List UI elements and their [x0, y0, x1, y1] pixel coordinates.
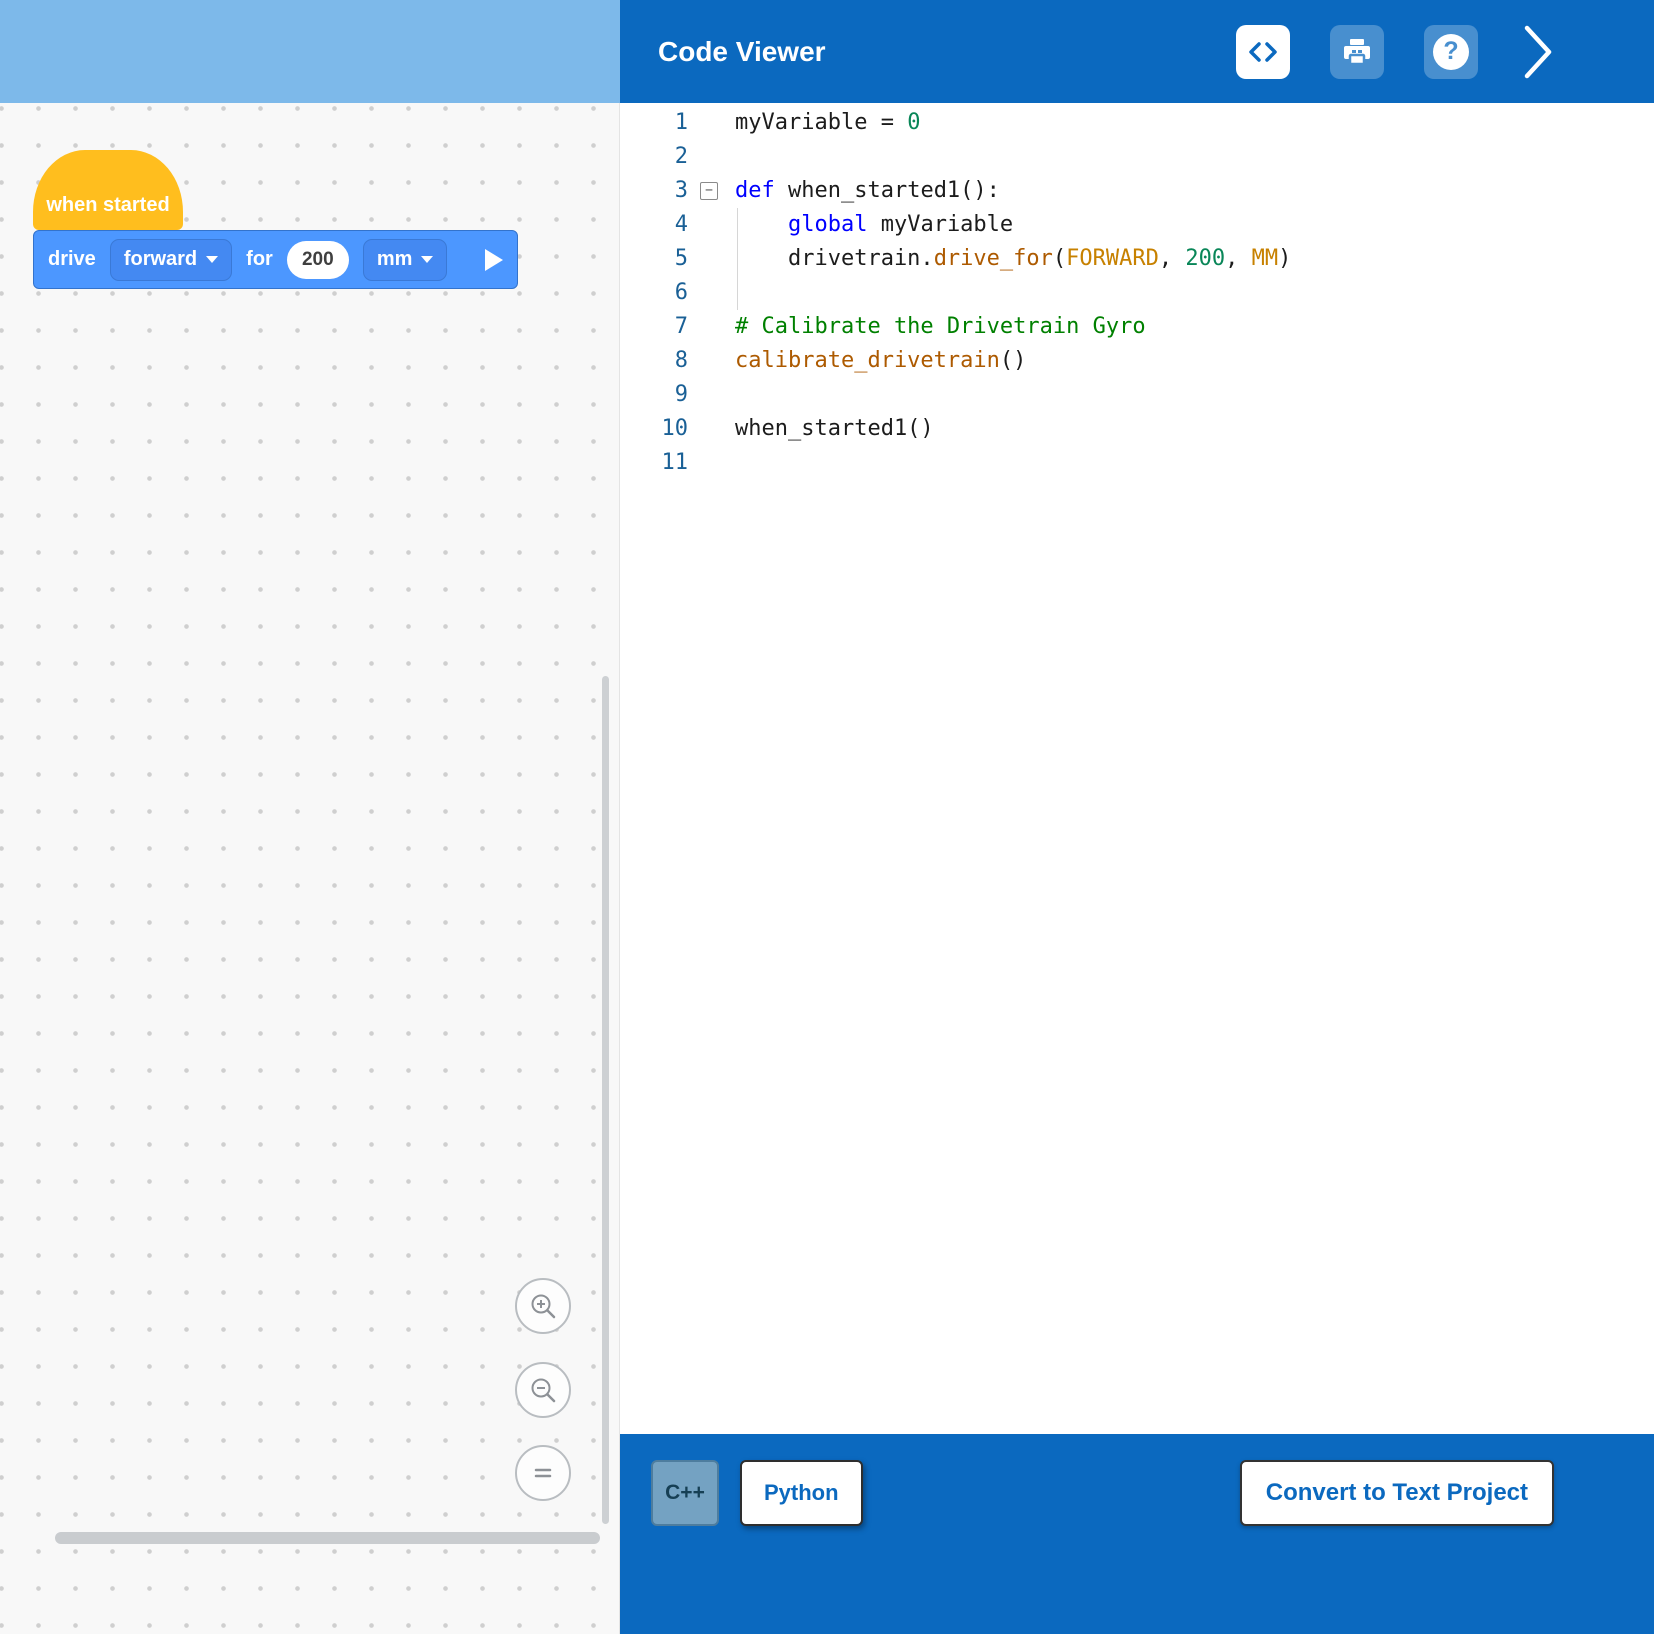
code-editor[interactable]: 123−4567891011 myVariable = 0 def when_st…	[620, 103, 1654, 1434]
toolbar-header	[0, 0, 620, 103]
gutter-row: 1	[620, 106, 730, 140]
line-number: 6	[620, 276, 688, 310]
zoom-out-button[interactable]	[515, 1362, 571, 1418]
chevron-down-icon	[421, 256, 433, 263]
drive-block[interactable]: drive forward for 200 mm	[33, 230, 518, 289]
question-mark-icon: ?	[1433, 34, 1469, 70]
direction-value: forward	[124, 248, 197, 271]
fold-toggle-icon[interactable]: −	[700, 182, 718, 200]
unit-dropdown[interactable]: mm	[363, 239, 448, 281]
code-viewer-title: Code Viewer	[658, 36, 826, 68]
code-viewer-panel: Code Viewer ?	[620, 0, 1654, 1634]
line-number: 5	[620, 242, 688, 276]
gutter-row: 5	[620, 242, 730, 276]
code-view-button[interactable]	[1236, 25, 1290, 79]
cpp-language-button[interactable]: C++	[651, 1460, 719, 1526]
code-line	[735, 276, 1654, 310]
gutter-row: 3−	[620, 174, 730, 208]
code-line: # Calibrate the Drivetrain Gyro	[735, 310, 1654, 344]
python-language-button[interactable]: Python	[740, 1460, 863, 1526]
drive-label: drive	[48, 248, 96, 271]
code-line: calibrate_drivetrain()	[735, 344, 1654, 378]
workspace-canvas[interactable]: when started drive forward for 200 mm	[0, 103, 620, 1634]
code-lines: myVariable = 0 def when_started1(): globa…	[730, 106, 1654, 1434]
line-number: 11	[620, 446, 688, 480]
line-number: 4	[620, 208, 688, 242]
line-number: 9	[620, 378, 688, 412]
line-number: 3	[620, 174, 688, 208]
printer-icon	[1341, 37, 1373, 67]
code-line	[735, 140, 1654, 174]
gutter: 123−4567891011	[620, 106, 730, 1434]
zoom-reset-icon	[531, 1461, 555, 1485]
code-line: global myVariable	[735, 208, 1654, 242]
gutter-row: 6	[620, 276, 730, 310]
unit-value: mm	[377, 248, 413, 271]
chevron-right-icon	[1522, 23, 1554, 81]
help-button[interactable]: ?	[1424, 25, 1478, 79]
direction-dropdown[interactable]: forward	[110, 239, 232, 281]
code-line: myVariable = 0	[735, 106, 1654, 140]
workspace-horizontal-scrollbar[interactable]	[55, 1532, 600, 1544]
code-line: when_started1()	[735, 412, 1654, 446]
when-started-label: when started	[46, 194, 169, 217]
blocks-workspace: when started drive forward for 200 mm	[0, 0, 620, 1634]
chevron-down-icon	[206, 256, 218, 263]
gutter-row: 7	[620, 310, 730, 344]
gutter-row: 8	[620, 344, 730, 378]
print-button[interactable]	[1330, 25, 1384, 79]
for-label: for	[246, 248, 273, 271]
code-line	[735, 446, 1654, 480]
line-number: 1	[620, 106, 688, 140]
play-icon[interactable]	[485, 249, 503, 271]
workspace-vertical-scrollbar[interactable]	[602, 676, 609, 1524]
line-number: 7	[620, 310, 688, 344]
gutter-row: 9	[620, 378, 730, 412]
code-viewer-header: Code Viewer ?	[620, 0, 1654, 103]
zoom-in-icon	[529, 1292, 557, 1320]
distance-input[interactable]: 200	[287, 241, 349, 279]
code-icon	[1247, 40, 1279, 64]
when-started-block[interactable]: when started	[33, 150, 183, 230]
line-number: 8	[620, 344, 688, 378]
gutter-row: 4	[620, 208, 730, 242]
collapse-panel-button[interactable]	[1518, 22, 1558, 82]
code-line: def when_started1():	[735, 174, 1654, 208]
distance-value: 200	[302, 249, 334, 271]
zoom-in-button[interactable]	[515, 1278, 571, 1334]
code-viewer-footer: C++ Python Convert to Text Project	[620, 1434, 1654, 1634]
zoom-out-icon	[529, 1376, 557, 1404]
gutter-row: 10	[620, 412, 730, 446]
vexcode-app: when started drive forward for 200 mm	[0, 0, 1654, 1634]
gutter-row: 11	[620, 446, 730, 480]
line-number: 2	[620, 140, 688, 174]
code-line	[735, 378, 1654, 412]
convert-to-text-project-button[interactable]: Convert to Text Project	[1240, 1460, 1554, 1526]
gutter-row: 2	[620, 140, 730, 174]
indent-guide	[737, 208, 738, 310]
line-number: 10	[620, 412, 688, 446]
zoom-reset-button[interactable]	[515, 1445, 571, 1501]
code-line: drivetrain.drive_for(FORWARD, 200, MM)	[735, 242, 1654, 276]
